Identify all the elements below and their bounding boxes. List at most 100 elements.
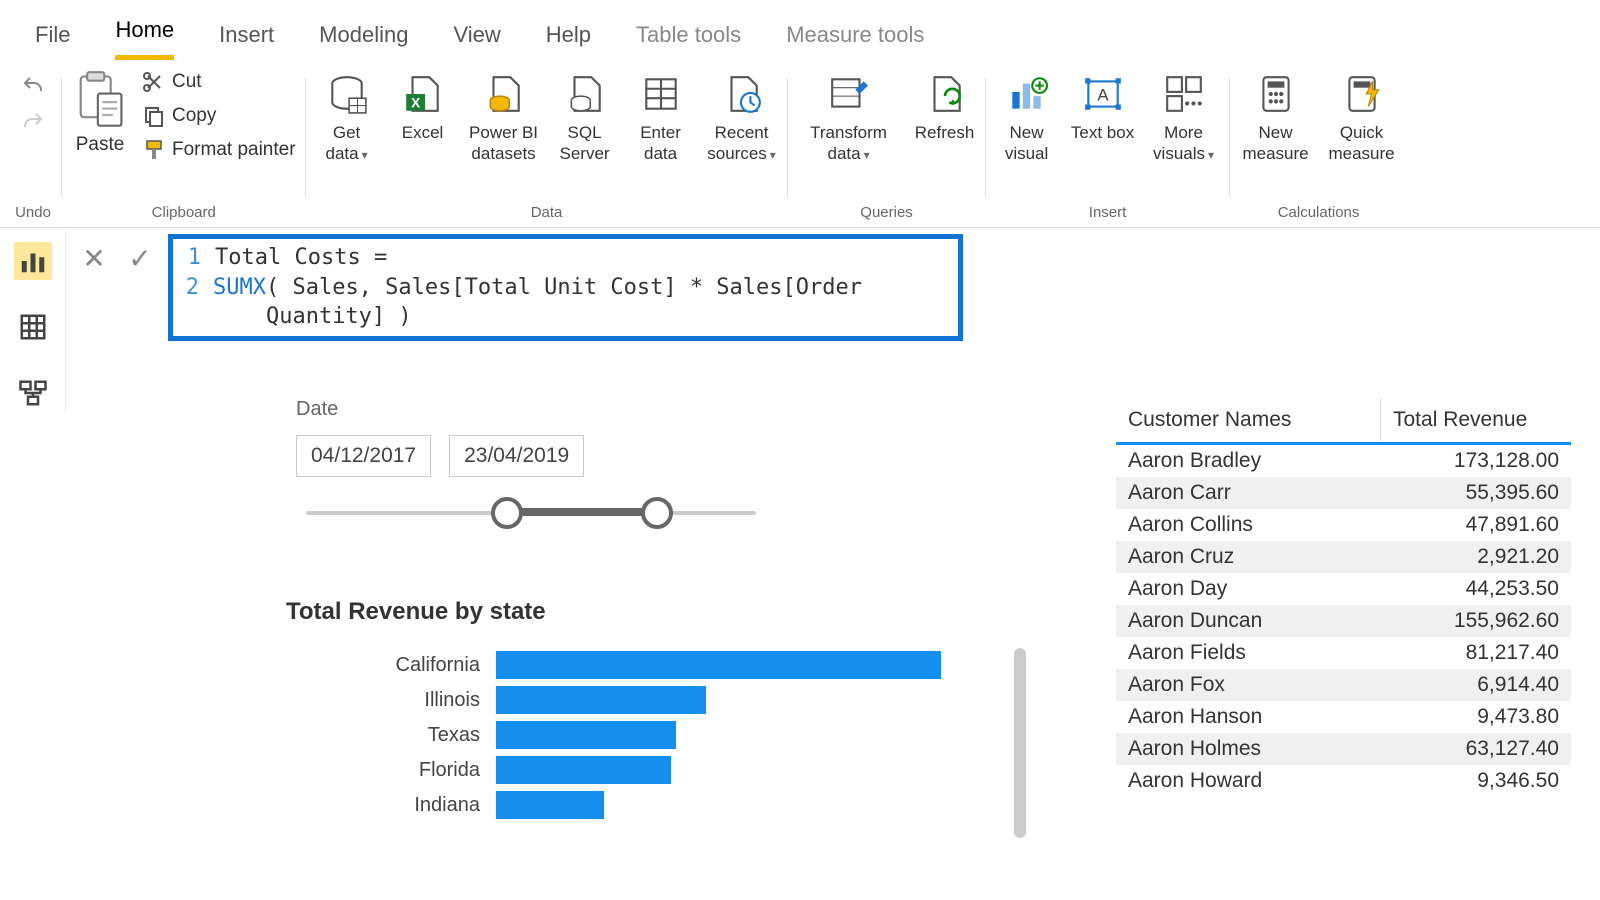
cut-button[interactable]: Cut: [138, 68, 300, 96]
excel-label: Excel: [402, 122, 444, 143]
excel-button[interactable]: X Excel: [388, 68, 458, 147]
chart-bar[interactable]: [496, 791, 604, 819]
table-row[interactable]: Aaron Bradley173,128.00: [1116, 445, 1571, 477]
cell-revenue: 63,127.40: [1381, 733, 1571, 765]
cell-name: Aaron Fields: [1116, 637, 1381, 669]
svg-text:X: X: [411, 96, 420, 111]
new-measure-button[interactable]: New measure: [1236, 68, 1316, 169]
pbi-datasets-icon: [482, 72, 526, 116]
slicer-handle-start[interactable]: [491, 497, 523, 529]
cell-name: Aaron Holmes: [1116, 733, 1381, 765]
database-icon: [325, 72, 369, 116]
sql-server-button[interactable]: SQL Server: [550, 68, 620, 169]
copy-button[interactable]: Copy: [138, 102, 300, 130]
chart-title: Total Revenue by state: [286, 598, 1006, 626]
chart-bar[interactable]: [496, 721, 676, 749]
data-view-icon: [18, 312, 48, 342]
new-visual-button[interactable]: New visual: [992, 68, 1062, 169]
customer-revenue-table[interactable]: Customer Names Total Revenue Aaron Bradl…: [1116, 398, 1571, 797]
table-row[interactable]: Aaron Cruz2,921.20: [1116, 541, 1571, 573]
menu-insert[interactable]: Insert: [219, 22, 274, 60]
data-view-button[interactable]: [14, 308, 52, 346]
cell-revenue: 44,253.50: [1381, 573, 1571, 605]
menu-table-tools[interactable]: Table tools: [636, 22, 741, 60]
check-icon: ✓: [128, 243, 151, 274]
chevron-down-icon: ▾: [770, 148, 776, 162]
table-row[interactable]: Aaron Fox6,914.40: [1116, 669, 1571, 701]
menu-measure-tools[interactable]: Measure tools: [786, 22, 924, 60]
menu-modeling[interactable]: Modeling: [319, 22, 408, 60]
menu-help[interactable]: Help: [546, 22, 591, 60]
revenue-by-state-chart[interactable]: Total Revenue by state California Illino…: [286, 598, 1006, 820]
cell-revenue: 6,914.40: [1381, 669, 1571, 701]
date-slicer[interactable]: Date 04/12/2017 23/04/2019: [296, 398, 766, 533]
redo-button[interactable]: [21, 104, 45, 140]
formula-commit-button[interactable]: ✓: [122, 234, 158, 341]
table-row[interactable]: Aaron Collins47,891.60: [1116, 509, 1571, 541]
table-header-name[interactable]: Customer Names: [1116, 398, 1381, 442]
ribbon-label-data: Data: [531, 200, 563, 227]
paste-button[interactable]: Paste: [68, 68, 132, 158]
table-row[interactable]: Aaron Howard9,346.50: [1116, 765, 1571, 797]
report-view-icon: [18, 246, 48, 276]
cell-name: Aaron Howard: [1116, 765, 1381, 797]
menu-view[interactable]: View: [453, 22, 500, 60]
table-row[interactable]: Aaron Fields81,217.40: [1116, 637, 1571, 669]
transform-data-label: Transform data: [810, 123, 887, 163]
chart-label: Indiana: [286, 794, 486, 817]
refresh-button[interactable]: Refresh: [910, 68, 980, 147]
table-row[interactable]: Aaron Hanson9,473.80: [1116, 701, 1571, 733]
formula-editor[interactable]: 1Total Costs = 2SUMX( Sales, Sales[Total…: [168, 234, 963, 341]
table-row[interactable]: Aaron Carr55,395.60: [1116, 477, 1571, 509]
format-painter-button[interactable]: Format painter: [138, 136, 300, 164]
table-header: Customer Names Total Revenue: [1116, 398, 1571, 445]
chart-plus-icon: [1005, 72, 1049, 116]
chart-bar[interactable]: [496, 651, 941, 679]
ribbon-group-calculations: New measure Quick measure Calculations: [1230, 68, 1408, 227]
transform-data-button[interactable]: Transform data▾: [794, 68, 904, 169]
menu-home[interactable]: Home: [115, 17, 174, 60]
table-row[interactable]: Aaron Duncan155,962.60: [1116, 605, 1571, 637]
slicer-handle-end[interactable]: [641, 497, 673, 529]
ribbon-group-queries: Transform data▾ Refresh Queries: [788, 68, 986, 227]
slicer-start-date[interactable]: 04/12/2017: [296, 435, 431, 477]
quick-measure-button[interactable]: Quick measure: [1322, 68, 1402, 169]
cell-name: Aaron Day: [1116, 573, 1381, 605]
enter-data-button[interactable]: Enter data: [626, 68, 696, 169]
recent-sources-button[interactable]: Recent sources▾: [702, 68, 782, 169]
redo-icon: [21, 110, 45, 134]
chart-row: Illinois: [286, 685, 1006, 715]
chevron-down-icon: ▾: [362, 148, 368, 162]
more-visuals-button[interactable]: More visuals▾: [1144, 68, 1224, 169]
text-box-button[interactable]: A Text box: [1068, 68, 1138, 147]
formula-bar: ✕ ✓ 1Total Costs = 2SUMX( Sales, Sales[T…: [76, 234, 1590, 341]
cell-revenue: 81,217.40: [1381, 637, 1571, 669]
textbox-icon: A: [1081, 72, 1125, 116]
refresh-label: Refresh: [915, 122, 975, 143]
table-row[interactable]: Aaron Holmes63,127.40: [1116, 733, 1571, 765]
slicer-end-date[interactable]: 23/04/2019: [449, 435, 584, 477]
table-header-revenue[interactable]: Total Revenue: [1381, 398, 1571, 442]
enter-data-label: Enter data: [628, 122, 694, 165]
ribbon-label-queries: Queries: [860, 200, 913, 227]
get-data-button[interactable]: Get data▾: [312, 68, 382, 169]
undo-button[interactable]: [21, 68, 45, 104]
table-body: Aaron Bradley173,128.00 Aaron Carr55,395…: [1116, 445, 1571, 797]
report-view-button[interactable]: [14, 242, 52, 280]
transform-icon: [827, 72, 871, 116]
chart-row: Florida: [286, 755, 1006, 785]
chart-bar[interactable]: [496, 756, 671, 784]
model-view-icon: [18, 378, 48, 408]
svg-text:A: A: [1097, 85, 1109, 104]
model-view-button[interactable]: [14, 374, 52, 412]
formula-cancel-button[interactable]: ✕: [76, 234, 112, 341]
pbi-datasets-button[interactable]: Power BI datasets: [464, 68, 544, 169]
paste-label: Paste: [76, 134, 125, 156]
table-row[interactable]: Aaron Day44,253.50: [1116, 573, 1571, 605]
slicer-title: Date: [296, 398, 766, 421]
ribbon-group-data: Get data▾ X Excel Power BI datasets SQL …: [306, 68, 788, 227]
chart-scrollbar[interactable]: [1014, 648, 1026, 838]
cell-name: Aaron Collins: [1116, 509, 1381, 541]
chart-bar[interactable]: [496, 686, 706, 714]
menu-file[interactable]: File: [35, 22, 70, 60]
